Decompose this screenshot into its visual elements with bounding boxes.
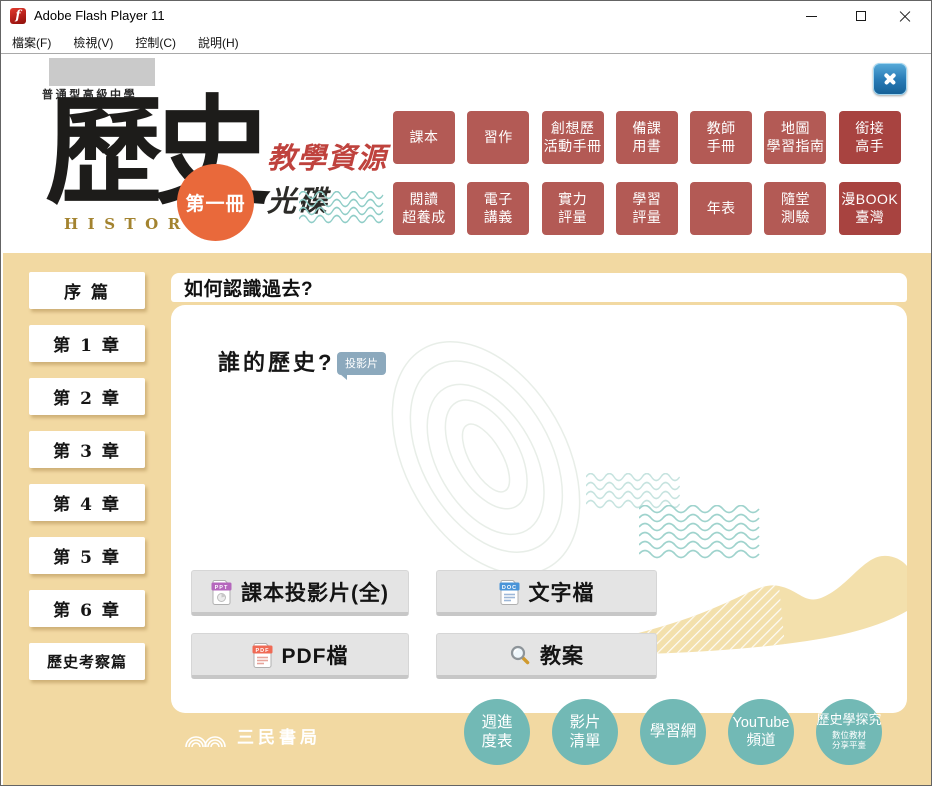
sidebar-item-field-study[interactable]: 歷史考察篇 [29,643,145,680]
minimize-button[interactable] [793,1,829,31]
menu-control[interactable]: 控制(C) [124,31,187,53]
nav-button-textbook[interactable]: 課本 [393,111,455,164]
nav-button-activity-handbook[interactable]: 創想歷 活動手冊 [541,111,604,164]
sidebar-item-chapter-6[interactable]: 第 6 章 [29,590,145,627]
history-inquiry-subtitle: 數位教材 分享平臺 [831,729,866,751]
pdf-file-label: PDF檔 [281,644,349,668]
volume-badge: 第一冊 [177,164,254,241]
pdf-file-icon: PDF [252,642,272,668]
history-inquiry-circle[interactable]: 歷史學探究 數位教材 分享平臺 [816,699,882,765]
learning-site-circle[interactable]: 學習網 [640,699,706,765]
pdf-file-button[interactable]: PDF PDF檔 [191,633,409,679]
maximize-icon [856,11,866,21]
menu-view[interactable]: 檢視(V) [62,31,124,53]
resource-label: 教學資源 [267,143,388,175]
text-file-button[interactable]: DOC 文字檔 [436,570,657,616]
menu-bar: 檔案(F) 檢視(V) 控制(C) 說明(H) [1,31,931,54]
resource-nav-grid: 課本 習作 創想歷 活動手冊 備課 用書 教師 手冊 地圖 學習指南 銜接 高手… [393,111,905,235]
publisher-name: 三民書局 [237,728,321,748]
sidebar-item-intro[interactable]: 序 篇 [29,272,145,309]
nav-button-teacher-manual[interactable]: 教師 手冊 [690,111,753,164]
nav-button-lesson-prep-book[interactable]: 備課 用書 [615,111,678,164]
text-file-label: 文字檔 [528,581,595,605]
slides-all-label: 課本投影片(全) [241,581,389,605]
youtube-channel-circle[interactable]: YouTube 頻道 [728,699,794,765]
section-title: 如何認識過去? [184,279,314,300]
nav-button-map-study-guide[interactable]: 地圖 學習指南 [764,111,827,164]
svg-text:PPT: PPT [215,584,229,590]
maximize-button[interactable] [843,1,879,31]
slides-all-button[interactable]: PPT 課本投影片(全) [191,570,409,616]
publisher-logo: 三民書局 [184,723,321,748]
nav-button-workbook[interactable]: 習作 [467,111,530,164]
close-icon [898,9,912,23]
lesson-plan-button[interactable]: 教案 [436,633,657,679]
nav-button-quiz[interactable]: 隨堂 測驗 [764,182,827,235]
sidebar-item-chapter-3[interactable]: 第 3 章 [29,431,145,468]
window-title: Adobe Flash Player 11 [34,8,165,23]
flash-player-window: f Adobe Flash Player 11 檔案(F) 檢視(V) 控制(C… [0,0,932,786]
minimize-icon [805,15,817,17]
title-bar: f Adobe Flash Player 11 [1,1,931,31]
lesson-plan-label: 教案 [540,644,584,668]
svg-text:PDF: PDF [255,647,269,653]
section-title-bar: 如何認識過去? [171,273,907,302]
publisher-arcs-icon [185,736,226,748]
close-button[interactable] [887,1,923,31]
nav-button-e-handouts[interactable]: 電子 講義 [467,182,530,235]
dialog-close-icon [882,71,898,87]
nav-button-timeline[interactable]: 年表 [690,182,753,235]
nav-button-comic-book-taiwan[interactable]: 漫BOOK 臺灣 [838,182,901,235]
ppt-file-icon: PPT [211,579,232,605]
weekly-schedule-circle[interactable]: 週進 度表 [464,699,530,765]
nav-button-learning-assessment[interactable]: 學習 評量 [615,182,678,235]
lesson-item-title[interactable]: 誰的歷史? [218,345,334,377]
sidebar-item-chapter-4[interactable]: 第 4 章 [29,484,145,521]
doc-file-icon: DOC [499,579,519,605]
nav-button-reading-training[interactable]: 閱讀 超養成 [393,182,455,235]
nav-button-ability-assessment[interactable]: 實力 評量 [541,182,604,235]
dialog-close-button[interactable] [873,63,907,95]
history-inquiry-title: 歷史學探究 [816,712,882,728]
flash-player-icon: f [10,8,26,24]
search-icon [510,645,530,664]
sidebar-item-chapter-2[interactable]: 第 2 章 [29,378,145,415]
sidebar-item-chapter-1[interactable]: 第 1 章 [29,325,145,362]
menu-help[interactable]: 說明(H) [187,31,250,53]
menu-file[interactable]: 檔案(F) [1,31,62,53]
sidebar-item-chapter-5[interactable]: 第 5 章 [29,537,145,574]
svg-text:DOC: DOC [501,584,516,590]
content-panel: 誰的歷史? 投影片 PPT 課本投影片(全) DOC 文字檔 PDF PDF檔 … [171,305,907,713]
wave-pattern-icon [586,473,681,509]
wave-pattern-icon [299,191,384,224]
video-list-circle[interactable]: 影片 清單 [552,699,618,765]
nav-button-bridging-master[interactable]: 銜接 高手 [838,111,901,164]
slideshow-tag-badge: 投影片 [337,352,386,380]
